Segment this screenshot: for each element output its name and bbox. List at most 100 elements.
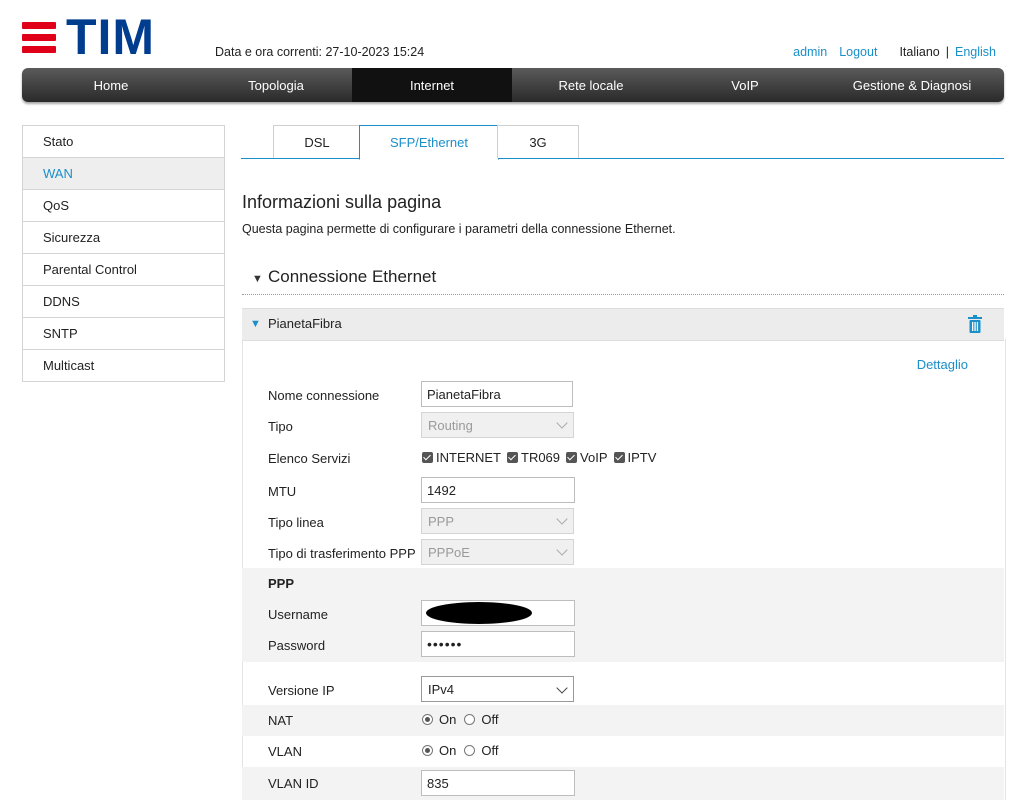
- sidebar-item-ddns[interactable]: DDNS: [23, 286, 224, 318]
- vlan-off-label: Off: [481, 743, 499, 758]
- nav-home[interactable]: Home: [22, 68, 200, 102]
- mtu-label: MTU: [268, 484, 297, 499]
- row-vlan: VLAN On Off: [242, 736, 1004, 767]
- connection-header[interactable]: ▼ PianetaFibra: [242, 308, 1004, 341]
- nav-internet[interactable]: Internet: [352, 68, 512, 102]
- page-description: Questa pagina permette di configurare i …: [242, 222, 676, 236]
- page-title: Informazioni sulla pagina: [242, 192, 442, 212]
- nome-connessione-input[interactable]: PianetaFibra: [421, 381, 573, 407]
- ppp-transfer-value: PPPoE: [428, 544, 470, 560]
- tipo-linea-select[interactable]: PPP: [421, 508, 574, 534]
- elenco-servizi-label: Elenco Servizi: [268, 451, 351, 466]
- tipo-label: Tipo: [268, 419, 293, 434]
- logo-text: TIM: [66, 9, 156, 65]
- top-links: admin Logout Italiano | English: [793, 45, 996, 59]
- sidebar-item-sntp[interactable]: SNTP: [23, 318, 224, 350]
- tipo-select[interactable]: Routing: [421, 412, 574, 438]
- nat-on-radio[interactable]: [422, 714, 433, 725]
- servizi-checkboxes: INTERNET TR069 VoIP IPTV: [422, 450, 662, 465]
- row-mtu: MTU 1492: [242, 476, 1004, 507]
- password-label: Password: [268, 638, 326, 653]
- tab-dsl[interactable]: DSL: [273, 125, 361, 158]
- nat-radios: On Off: [422, 712, 506, 727]
- chevron-down-icon: [556, 417, 568, 429]
- versione-ip-select[interactable]: IPv4: [421, 676, 574, 702]
- vlan-on-label: On: [439, 743, 457, 758]
- checkbox-iptv[interactable]: [613, 452, 625, 463]
- tab-sfp-ethernet[interactable]: SFP/Ethernet: [359, 125, 499, 160]
- logout-link[interactable]: Logout: [839, 45, 877, 59]
- nav-voip[interactable]: VoIP: [670, 68, 820, 102]
- sidebar: Stato WAN QoS Sicurezza Parental Control…: [22, 125, 225, 382]
- chevron-down-icon: [556, 513, 568, 525]
- chevron-down-icon: [556, 544, 568, 556]
- tipo-linea-label: Tipo linea: [268, 515, 324, 530]
- ppp-transfer-label: Tipo di trasferimento PPP: [268, 546, 416, 561]
- trash-icon[interactable]: [968, 315, 982, 333]
- password-input[interactable]: ••••••: [421, 631, 575, 657]
- row-elenco-servizi: Elenco Servizi INTERNET TR069 VoIP IPTV: [242, 443, 1004, 474]
- checkbox-internet[interactable]: [422, 452, 433, 463]
- section-header-ethernet[interactable]: ▼ Connessione Ethernet: [242, 266, 1004, 295]
- username-label: Username: [268, 607, 328, 622]
- row-ppp-transfer: Tipo di trasferimento PPP PPPoE: [242, 538, 1004, 569]
- vlan-on-radio[interactable]: [422, 745, 433, 756]
- row-tipo: Tipo Routing: [242, 411, 1004, 442]
- lang-italiano: Italiano: [899, 45, 940, 59]
- sidebar-item-qos[interactable]: QoS: [23, 190, 224, 222]
- vlan-off-radio[interactable]: [464, 745, 476, 756]
- nome-connessione-label: Nome connessione: [268, 388, 380, 403]
- checkbox-tr069-label: TR069: [521, 450, 561, 465]
- username-input[interactable]: [421, 600, 575, 626]
- versione-ip-value: IPv4: [428, 681, 455, 697]
- checkbox-voip[interactable]: [566, 452, 578, 463]
- nat-off-radio[interactable]: [464, 714, 476, 725]
- versione-ip-label: Versione IP: [268, 683, 335, 698]
- tab-bar: DSL SFP/Ethernet 3G: [241, 125, 1004, 160]
- nav-topologia[interactable]: Topologia: [200, 68, 352, 102]
- collapse-triangle-icon[interactable]: ▼: [252, 273, 263, 285]
- admin-link[interactable]: admin: [793, 45, 827, 59]
- checkbox-tr069[interactable]: [507, 452, 518, 463]
- nat-off-label: Off: [481, 712, 499, 727]
- nat-on-label: On: [439, 712, 457, 727]
- tipo-value: Routing: [428, 417, 473, 433]
- row-password: Password ••••••: [242, 630, 1004, 661]
- row-tipo-linea: Tipo linea PPP: [242, 507, 1004, 538]
- sidebar-item-sicurezza[interactable]: Sicurezza: [23, 222, 224, 254]
- main-nav: Home Topologia Internet Rete locale VoIP…: [22, 68, 1004, 102]
- sidebar-item-wan[interactable]: WAN: [23, 158, 224, 190]
- sidebar-item-parental-control[interactable]: Parental Control: [23, 254, 224, 286]
- lang-english-link[interactable]: English: [955, 45, 996, 59]
- chevron-down-icon: [556, 682, 568, 694]
- vlan-radios: On Off: [422, 743, 506, 758]
- row-username: Username: [242, 599, 1004, 630]
- tim-logo-icon: [22, 21, 56, 53]
- sidebar-item-multicast[interactable]: Multicast: [23, 350, 224, 381]
- ppp-section-title: PPP: [268, 576, 295, 591]
- row-nome-connessione: Nome connessione PianetaFibra: [242, 380, 1004, 411]
- vlan-id-input[interactable]: 835: [421, 770, 575, 796]
- tim-logo: TIM: [22, 9, 156, 65]
- row-nat: NAT On Off: [242, 705, 1004, 736]
- vlan-label: VLAN: [268, 744, 302, 759]
- expand-triangle-icon[interactable]: ▼: [250, 318, 261, 330]
- lang-separator: |: [945, 45, 949, 59]
- ppp-transfer-select[interactable]: PPPoE: [421, 539, 574, 565]
- nat-label: NAT: [268, 713, 294, 728]
- checkbox-voip-label: VoIP: [580, 450, 608, 465]
- tab-3g[interactable]: 3G: [497, 125, 579, 158]
- mtu-input[interactable]: 1492: [421, 477, 575, 503]
- vlan-id-label: VLAN ID: [268, 776, 319, 791]
- nav-rete-locale[interactable]: Rete locale: [512, 68, 670, 102]
- checkbox-internet-label: INTERNET: [436, 450, 501, 465]
- redacted-username: [426, 602, 532, 624]
- nav-gestione-diagnosi[interactable]: Gestione & Diagnosi: [820, 68, 1004, 102]
- current-datetime: Data e ora correnti: 27-10-2023 15:24: [215, 45, 425, 59]
- sidebar-item-stato[interactable]: Stato: [23, 126, 224, 158]
- row-versione-ip: Versione IP IPv4: [242, 675, 1004, 706]
- dettaglio-link[interactable]: Dettaglio: [917, 357, 968, 372]
- tipo-linea-value: PPP: [428, 513, 455, 529]
- section-title: Connessione Ethernet: [268, 267, 437, 286]
- connection-name: PianetaFibra: [268, 316, 342, 331]
